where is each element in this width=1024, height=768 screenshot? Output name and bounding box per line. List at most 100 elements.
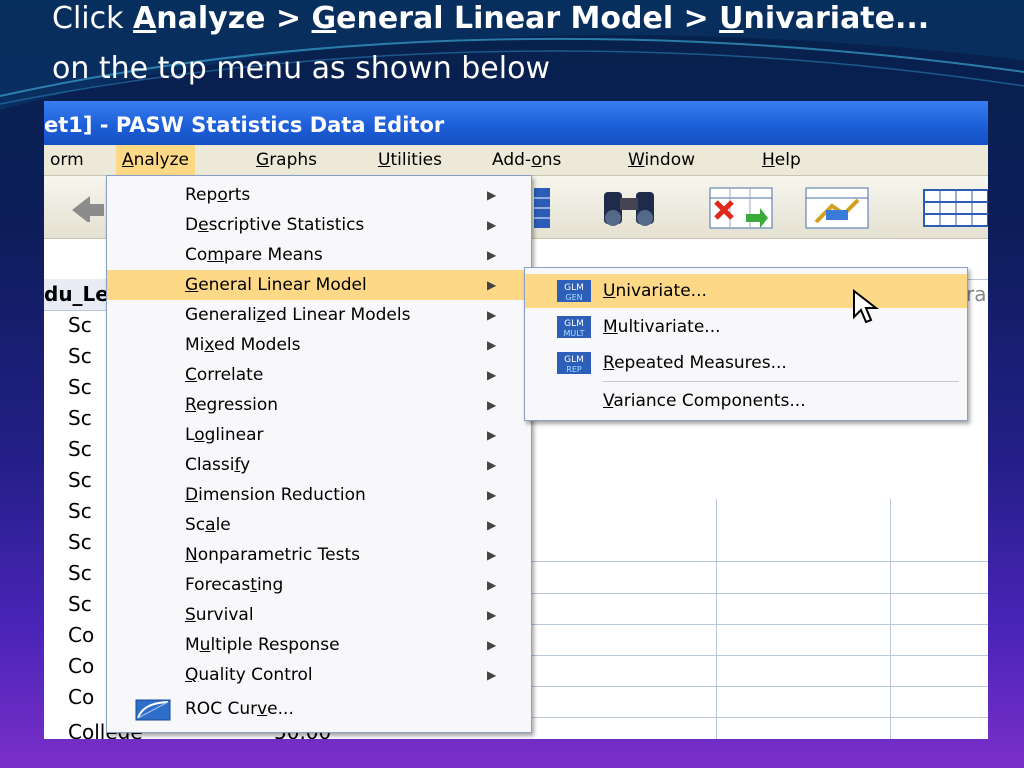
- grid-cell[interactable]: Sc: [68, 434, 106, 465]
- submenu-arrow-icon: ▶: [487, 308, 497, 322]
- svg-text:MULT: MULT: [564, 329, 585, 338]
- instruction-line-2: on the top menu as shown below: [52, 51, 550, 86]
- grid-cell[interactable]: [890, 593, 988, 625]
- grid-cell[interactable]: Sc: [68, 310, 106, 341]
- submenu-arrow-icon: ▶: [487, 518, 497, 532]
- mouse-pointer-icon: [853, 289, 879, 324]
- column-header[interactable]: du_Le: [44, 279, 107, 311]
- grid-cell[interactable]: Sc: [68, 527, 106, 558]
- grid-cell[interactable]: Sc: [68, 403, 106, 434]
- grid-cell[interactable]: [530, 717, 717, 739]
- roc-curve-icon: [135, 699, 171, 721]
- menu-item-correlate[interactable]: Correlate ▶: [107, 360, 531, 390]
- pasw-screenshot: et1] - PASW Statistics Data Editor orm A…: [44, 101, 988, 739]
- grid-icon[interactable]: [532, 186, 552, 230]
- grid-cell[interactable]: [890, 624, 988, 656]
- menu-bar: orm Analyze Graphs Utilities Add-ons Win…: [44, 145, 988, 176]
- menu-item-quality-control[interactable]: Quality Control ▶: [107, 660, 531, 690]
- grid-cell[interactable]: [530, 562, 717, 594]
- menu-item-repeated-measures[interactable]: GLM REP Repeated Measures...: [525, 346, 967, 380]
- window-title: et1] - PASW Statistics Data Editor: [44, 101, 988, 145]
- table-icon[interactable]: [922, 186, 988, 230]
- binoculars-icon[interactable]: [598, 186, 662, 230]
- svg-text:GEN: GEN: [565, 293, 582, 302]
- menu-item-scale[interactable]: Scale ▶: [107, 510, 531, 540]
- menu-item-variance-components[interactable]: Variance Components...: [525, 384, 967, 418]
- menu-item-survival[interactable]: Survival ▶: [107, 600, 531, 630]
- grid-cell[interactable]: [716, 686, 891, 718]
- menu-analyze[interactable]: Analyze: [116, 145, 195, 175]
- grid-cell[interactable]: Sc: [68, 372, 106, 403]
- grid-cell[interactable]: [716, 499, 891, 562]
- grid-cell[interactable]: [716, 593, 891, 625]
- menu-item-regression[interactable]: Regression ▶: [107, 390, 531, 420]
- column-header-partial[interactable]: ra: [966, 279, 988, 310]
- menu-item-generalized-linear-models[interactable]: Generalized Linear Models ▶: [107, 300, 531, 330]
- submenu-arrow-icon: ▶: [487, 338, 497, 352]
- chart-builder-icon[interactable]: [804, 184, 872, 232]
- submenu-arrow-icon: ▶: [487, 668, 497, 682]
- menu-item-compare-means[interactable]: Compare Means ▶: [107, 240, 531, 270]
- grid-cell[interactable]: Sc: [68, 465, 106, 496]
- submenu-arrow-icon: ▶: [487, 398, 497, 412]
- submenu-arrow-icon: ▶: [487, 248, 497, 262]
- menu-item-descriptive-statistics[interactable]: Descriptive Statistics ▶: [107, 210, 531, 240]
- menu-transform[interactable]: orm: [44, 145, 90, 175]
- grid-cell[interactable]: Sc: [68, 496, 106, 527]
- grid-cell[interactable]: Co: [68, 651, 106, 682]
- submenu-arrow-icon: ▶: [487, 458, 497, 472]
- menu-utilities[interactable]: Utilities: [372, 145, 448, 175]
- analyze-menu: Reports ▶ Descriptive Statistics ▶ Compare…: [106, 175, 532, 733]
- menu-item-mixed-models[interactable]: Mixed Models ▶: [107, 330, 531, 360]
- grid-cell[interactable]: [530, 593, 717, 625]
- svg-text:GLM: GLM: [564, 283, 584, 293]
- submenu-arrow-icon: ▶: [487, 278, 497, 292]
- grid-cell[interactable]: [716, 624, 891, 656]
- menu-item-nonparametric-tests[interactable]: Nonparametric Tests ▶: [107, 540, 531, 570]
- glm-univariate-icon: GLMGEN: [557, 280, 591, 302]
- submenu-arrow-icon: ▶: [487, 188, 497, 202]
- grid-cell[interactable]: [530, 655, 717, 687]
- grid-cell[interactable]: [890, 655, 988, 687]
- submenu-arrow-icon: ▶: [487, 578, 497, 592]
- general-linear-model-submenu: GLM GEN Univariate... GLM MULT Multivariat…: [524, 267, 968, 421]
- menu-item-multiple-response[interactable]: Multiple Response ▶: [107, 630, 531, 660]
- grid-cell[interactable]: [890, 562, 988, 594]
- submenu-arrow-icon: ▶: [487, 218, 497, 232]
- grid-cell[interactable]: [530, 499, 717, 562]
- menu-item-multivariate[interactable]: GLM MULT Multivariate...: [525, 310, 967, 344]
- menu-item-roc-curve[interactable]: ROC Curve...: [107, 694, 531, 724]
- submenu-arrow-icon: ▶: [487, 548, 497, 562]
- menu-graphs[interactable]: Graphs: [250, 145, 323, 175]
- grid-cell[interactable]: Sc: [68, 589, 106, 620]
- grid-cell[interactable]: [890, 499, 988, 562]
- grid-cell[interactable]: [890, 717, 988, 739]
- grid-cell[interactable]: [716, 717, 891, 739]
- instruction-text: Click Analyze > General Linear Model > U…: [52, 1, 930, 86]
- svg-text:GLM: GLM: [564, 355, 584, 365]
- insert-cases-icon[interactable]: [708, 184, 776, 232]
- back-arrow-icon[interactable]: [68, 192, 108, 222]
- grid-cell[interactable]: Sc: [68, 558, 106, 589]
- grid-cell[interactable]: [530, 686, 717, 718]
- grid-cell[interactable]: Sc: [68, 341, 106, 372]
- grid-cell[interactable]: Co: [68, 620, 106, 651]
- menu-item-reports[interactable]: Reports ▶: [107, 180, 531, 210]
- grid-cell[interactable]: [530, 624, 717, 656]
- menu-window[interactable]: Window: [622, 145, 701, 175]
- grid-cell[interactable]: [716, 562, 891, 594]
- menu-item-forecasting[interactable]: Forecasting ▶: [107, 570, 531, 600]
- menu-item-univariate[interactable]: GLM GEN Univariate...: [525, 274, 967, 308]
- menu-item-general-linear-model[interactable]: General Linear Model ▶: [107, 270, 531, 300]
- menu-item-loglinear[interactable]: Loglinear ▶: [107, 420, 531, 450]
- grid-cell[interactable]: [890, 686, 988, 718]
- menu-help[interactable]: Help: [756, 145, 807, 175]
- menu-addons[interactable]: Add-ons: [486, 145, 567, 175]
- glm-multivariate-icon: GLMMULT: [557, 316, 591, 338]
- submenu-arrow-icon: ▶: [487, 428, 497, 442]
- menu-item-classify[interactable]: Classify ▶: [107, 450, 531, 480]
- menu-item-dimension-reduction[interactable]: Dimension Reduction ▶: [107, 480, 531, 510]
- grid-cell[interactable]: Co: [68, 682, 106, 713]
- grid-cell[interactable]: [716, 655, 891, 687]
- submenu-arrow-icon: ▶: [487, 608, 497, 622]
